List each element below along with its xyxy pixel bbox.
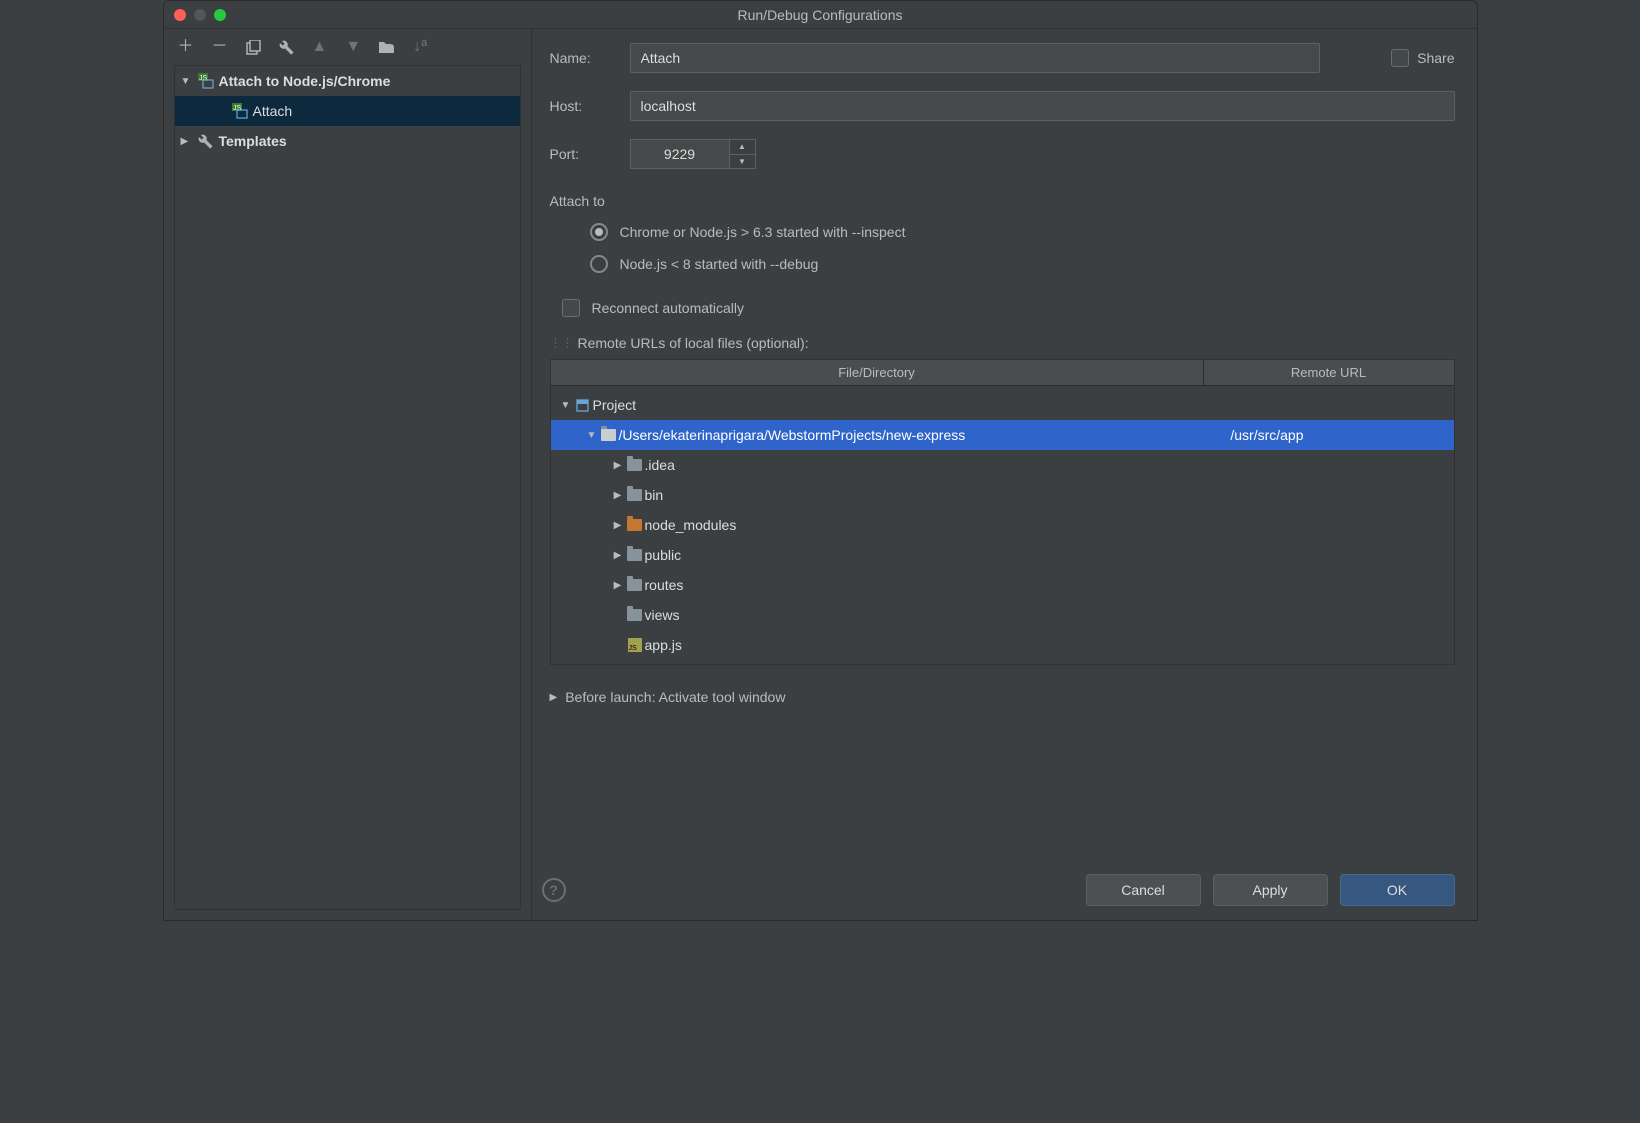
folder-icon (625, 579, 645, 591)
chevron-right-icon: ▶ (550, 692, 558, 703)
port-stepper[interactable]: ▲▼ (730, 139, 756, 169)
before-launch-section[interactable]: ▶ Before launch: Activate tool window (550, 689, 1455, 705)
folder-icon (599, 429, 619, 441)
tree-label: routes (645, 577, 684, 593)
host-input[interactable] (630, 91, 1455, 121)
tree-row-project[interactable]: ▼ Project (551, 390, 1454, 420)
nodejs-config-icon: JS (231, 103, 249, 119)
port-input[interactable] (630, 139, 730, 169)
tree-row-root[interactable]: ▼ /Users/ekaterinaprigara/WebstormProjec… (551, 420, 1454, 450)
remote-urls-title: Remote URLs of local files (optional): (578, 335, 809, 351)
tree-row-node-modules[interactable]: ▶ node_modules (551, 510, 1454, 540)
chevron-right-icon: ▶ (611, 490, 625, 501)
column-remote-url[interactable]: Remote URL (1204, 360, 1454, 385)
left-panel: ＋ － ▲ ▼ + ↓ª ▼ JS Attach to Node.js/Chro… (164, 29, 532, 920)
chevron-up-icon[interactable]: ▲ (730, 140, 755, 155)
chevron-right-icon: ▶ (611, 460, 625, 471)
help-button[interactable]: ? (542, 878, 566, 902)
tree-row-routes[interactable]: ▶ routes (551, 570, 1454, 600)
radio-debug[interactable]: Node.js < 8 started with --debug (590, 255, 1455, 273)
apply-button[interactable]: Apply (1213, 874, 1328, 906)
folder-icon (625, 489, 645, 501)
port-label: Port: (550, 146, 630, 162)
remove-config-icon[interactable]: － (212, 39, 228, 55)
tree-row-views[interactable]: views (551, 600, 1454, 630)
folder-icon (625, 609, 645, 621)
radio-button-icon (590, 255, 608, 273)
templates-node[interactable]: ▶ Templates (175, 126, 520, 156)
tree-label: views (645, 607, 680, 623)
share-checkbox[interactable] (1391, 49, 1409, 67)
grip-icon[interactable]: ⋮⋮ (550, 336, 574, 350)
column-file-directory[interactable]: File/Directory (551, 360, 1204, 385)
share-label: Share (1417, 50, 1454, 66)
chevron-right-icon: ▶ (611, 550, 625, 561)
chevron-right-icon: ▶ (181, 136, 193, 147)
config-tree: ▼ JS Attach to Node.js/Chrome JS Attach … (174, 65, 521, 910)
chevron-right-icon: ▶ (611, 580, 625, 591)
project-icon (573, 398, 593, 413)
name-input[interactable] (630, 43, 1320, 73)
chevron-down-icon: ▼ (181, 76, 193, 87)
folder-icon (625, 519, 645, 531)
config-item-attach[interactable]: JS Attach (175, 96, 520, 126)
folder-icon (625, 459, 645, 471)
radio-inspect-label: Chrome or Node.js > 6.3 started with --i… (620, 224, 906, 240)
tree-label: bin (645, 487, 664, 503)
move-up-icon[interactable]: ▲ (312, 39, 328, 55)
svg-text:+: + (391, 40, 395, 49)
config-group-label: Attach to Node.js/Chrome (219, 73, 391, 89)
reconnect-checkbox[interactable] (562, 299, 580, 317)
before-launch-label: Before launch: Activate tool window (565, 689, 785, 705)
titlebar: Run/Debug Configurations (164, 1, 1477, 29)
radio-button-icon (590, 223, 608, 241)
chevron-right-icon: ▶ (611, 520, 625, 531)
config-group-node[interactable]: ▼ JS Attach to Node.js/Chrome (175, 66, 520, 96)
nodejs-config-icon: JS (197, 73, 215, 89)
config-item-label: Attach (253, 103, 293, 119)
remote-url-value: /usr/src/app (1230, 427, 1303, 443)
reconnect-checkbox-row[interactable]: Reconnect automatically (562, 299, 1455, 317)
config-toolbar: ＋ － ▲ ▼ + ↓ª (164, 29, 531, 65)
folder-action-icon[interactable]: + (379, 40, 395, 54)
cancel-button[interactable]: Cancel (1086, 874, 1201, 906)
folder-icon (625, 549, 645, 561)
chevron-down-icon[interactable]: ▼ (730, 155, 755, 169)
tree-label: .idea (645, 457, 675, 473)
attach-to-title: Attach to (550, 193, 1455, 209)
dialog-window: Run/Debug Configurations ＋ － ▲ ▼ + ↓ª ▼ … (163, 0, 1478, 921)
tree-label: node_modules (645, 517, 737, 533)
reconnect-label: Reconnect automatically (592, 300, 745, 316)
config-editor: Name: Share Host: Port: ▲▼ Attach to (532, 29, 1477, 920)
ok-button[interactable]: OK (1340, 874, 1455, 906)
host-label: Host: (550, 98, 630, 114)
window-title: Run/Debug Configurations (164, 7, 1477, 23)
copy-config-icon[interactable] (246, 40, 261, 55)
chevron-down-icon: ▼ (585, 430, 599, 441)
chevron-down-icon: ▼ (559, 400, 573, 411)
tree-label: Project (593, 397, 637, 413)
move-down-icon[interactable]: ▼ (345, 39, 361, 55)
tree-label: public (645, 547, 682, 563)
tree-row-bin[interactable]: ▶ bin (551, 480, 1454, 510)
templates-label: Templates (219, 133, 287, 149)
wrench-icon (197, 134, 215, 149)
edit-defaults-icon[interactable] (279, 40, 294, 55)
name-label: Name: (550, 50, 630, 66)
remote-urls-table: File/Directory Remote URL ▼ Project ▼ /U… (550, 359, 1455, 665)
tree-label: /Users/ekaterinaprigara/WebstormProjects… (619, 427, 966, 443)
tree-row-public[interactable]: ▶ public (551, 540, 1454, 570)
js-file-icon: JS (625, 638, 645, 652)
tree-row-appjs[interactable]: JS app.js (551, 630, 1454, 660)
sort-alpha-icon[interactable]: ↓ª (413, 39, 427, 55)
add-config-icon[interactable]: ＋ (178, 39, 194, 55)
radio-debug-label: Node.js < 8 started with --debug (620, 256, 819, 272)
radio-inspect[interactable]: Chrome or Node.js > 6.3 started with --i… (590, 223, 1455, 241)
tree-row-idea[interactable]: ▶ .idea (551, 450, 1454, 480)
tree-label: app.js (645, 637, 682, 653)
